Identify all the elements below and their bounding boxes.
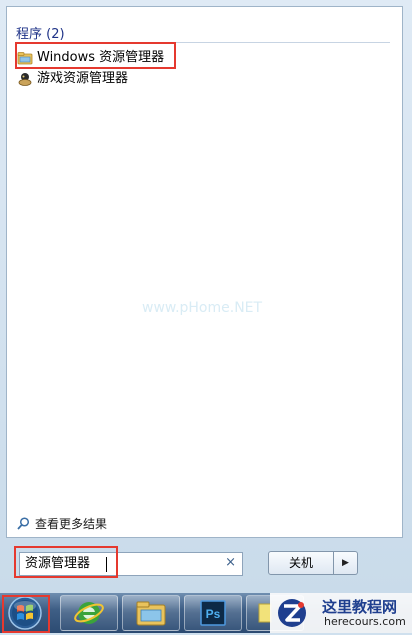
section-header-label: 程序 (2)	[16, 27, 65, 42]
logo-url: herecours.com	[324, 615, 406, 628]
site-logo: 这里教程网 herecours.com	[270, 593, 412, 633]
explorer-icon	[136, 601, 166, 626]
shutdown-control: 关机 ▶	[268, 551, 358, 575]
game-explorer-icon	[18, 73, 32, 86]
result-item-label: 游戏资源管理器	[37, 71, 129, 86]
highlight-box-windows-explorer	[15, 42, 176, 69]
search-results-pane: 程序 (2) Windows 资源管理器 游戏资源管理器 www.pHome.N…	[6, 6, 403, 538]
taskbar-button-explorer[interactable]	[122, 595, 180, 631]
photoshop-icon-label: Ps	[206, 607, 221, 621]
logo-name: 这里教程网	[322, 598, 398, 616]
ie-icon	[74, 602, 104, 624]
highlight-box-search	[14, 546, 118, 578]
search-icon	[17, 517, 30, 530]
highlight-box-start	[2, 595, 50, 633]
shutdown-options-arrow[interactable]: ▶	[334, 551, 358, 575]
start-menu: 程序 (2) Windows 资源管理器 游戏资源管理器 www.pHome.N…	[0, 0, 412, 593]
taskbar-button-photoshop[interactable]: Ps	[184, 595, 242, 631]
clear-search-button[interactable]: ×	[225, 555, 236, 570]
taskbar-button-ie[interactable]	[60, 595, 118, 631]
watermark-text: www.pHome.NET	[142, 300, 263, 316]
logo-mark-icon	[278, 599, 306, 627]
shutdown-button[interactable]: 关机	[268, 551, 334, 575]
see-more-label: 查看更多结果	[35, 517, 108, 531]
result-item-game-explorer[interactable]: 游戏资源管理器	[15, 68, 175, 90]
photoshop-icon: Ps	[200, 600, 226, 626]
programs-section-header: 程序 (2)	[16, 23, 396, 43]
